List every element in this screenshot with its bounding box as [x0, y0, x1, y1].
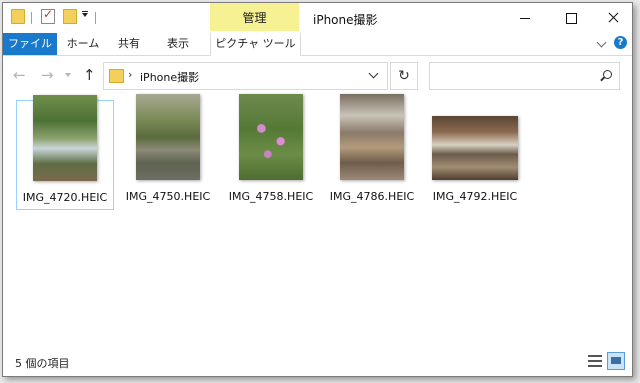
list-item[interactable]: IMG_4758.HEIC [223, 94, 319, 208]
search-icon [603, 70, 612, 79]
image-thumbnail [33, 95, 97, 181]
folder-icon [109, 69, 124, 83]
list-item[interactable]: IMG_4720.HEIC [16, 95, 114, 210]
image-thumbnail [239, 94, 303, 180]
status-bar: 5 個の項目 [3, 347, 632, 376]
chevron-down-icon[interactable] [368, 68, 379, 79]
navigation-bar: ← → ↑ › iPhone撮影 ↻ [3, 56, 632, 96]
file-name: IMG_4792.HEIC [432, 190, 518, 203]
divider [95, 12, 96, 24]
customize-bar [82, 11, 88, 12]
expand-ribbon-icon[interactable] [596, 37, 607, 48]
image-thumbnail [432, 116, 518, 180]
file-list: IMG_4720.HEIC IMG_4750.HEIC IMG_4758.HEI… [3, 94, 632, 347]
list-item[interactable]: IMG_4786.HEIC [324, 94, 420, 208]
breadcrumb-current[interactable]: iPhone撮影 [140, 69, 199, 85]
refresh-button[interactable]: ↻ [390, 62, 418, 90]
forward-arrow-icon[interactable]: → [41, 67, 54, 83]
minimize-button[interactable] [502, 3, 548, 33]
folder-icon[interactable] [11, 9, 25, 24]
back-arrow-icon[interactable]: ← [13, 67, 26, 83]
address-bar[interactable]: › iPhone撮影 [103, 62, 388, 90]
search-input[interactable] [429, 62, 620, 90]
breadcrumb-separator[interactable]: › [128, 68, 132, 81]
divider [31, 12, 32, 24]
customize-quick-access-icon[interactable] [82, 13, 88, 17]
new-folder-icon[interactable] [63, 9, 77, 24]
tab-share[interactable]: 共有 [109, 33, 149, 55]
tab-file[interactable]: ファイル [3, 33, 57, 55]
file-name: IMG_4750.HEIC [125, 190, 211, 203]
image-thumbnail [340, 94, 404, 180]
file-name: IMG_4786.HEIC [329, 190, 415, 203]
title-bar: 管理 iPhone撮影 [3, 3, 632, 33]
properties-icon[interactable] [41, 7, 55, 24]
ribbon-tabs: ファイル ホーム 共有 表示 ピクチャ ツール ? [3, 33, 632, 56]
close-button[interactable] [594, 3, 632, 33]
tab-home[interactable]: ホーム [60, 33, 106, 55]
maximize-button[interactable] [548, 3, 594, 33]
large-icons-view-icon[interactable] [607, 352, 625, 370]
recent-locations-icon[interactable] [65, 73, 71, 77]
tab-picture-tools[interactable]: ピクチャ ツール [210, 33, 301, 56]
help-icon[interactable]: ? [614, 36, 627, 49]
image-thumbnail [136, 94, 200, 180]
file-name: IMG_4720.HEIC [22, 191, 108, 204]
manage-contextual-tab: 管理 [210, 3, 299, 31]
list-item[interactable]: IMG_4792.HEIC [427, 100, 523, 208]
item-count: 5 個の項目 [15, 357, 70, 370]
tab-view[interactable]: 表示 [153, 33, 203, 55]
list-item[interactable]: IMG_4750.HEIC [120, 94, 216, 208]
up-arrow-icon[interactable]: ↑ [83, 67, 96, 83]
explorer-window: 管理 iPhone撮影 ファイル ホーム 共有 表示 ピクチャ ツール ? ← … [2, 2, 633, 377]
details-view-icon[interactable] [588, 355, 602, 367]
file-name: IMG_4758.HEIC [228, 190, 314, 203]
window-title: iPhone撮影 [313, 13, 378, 27]
